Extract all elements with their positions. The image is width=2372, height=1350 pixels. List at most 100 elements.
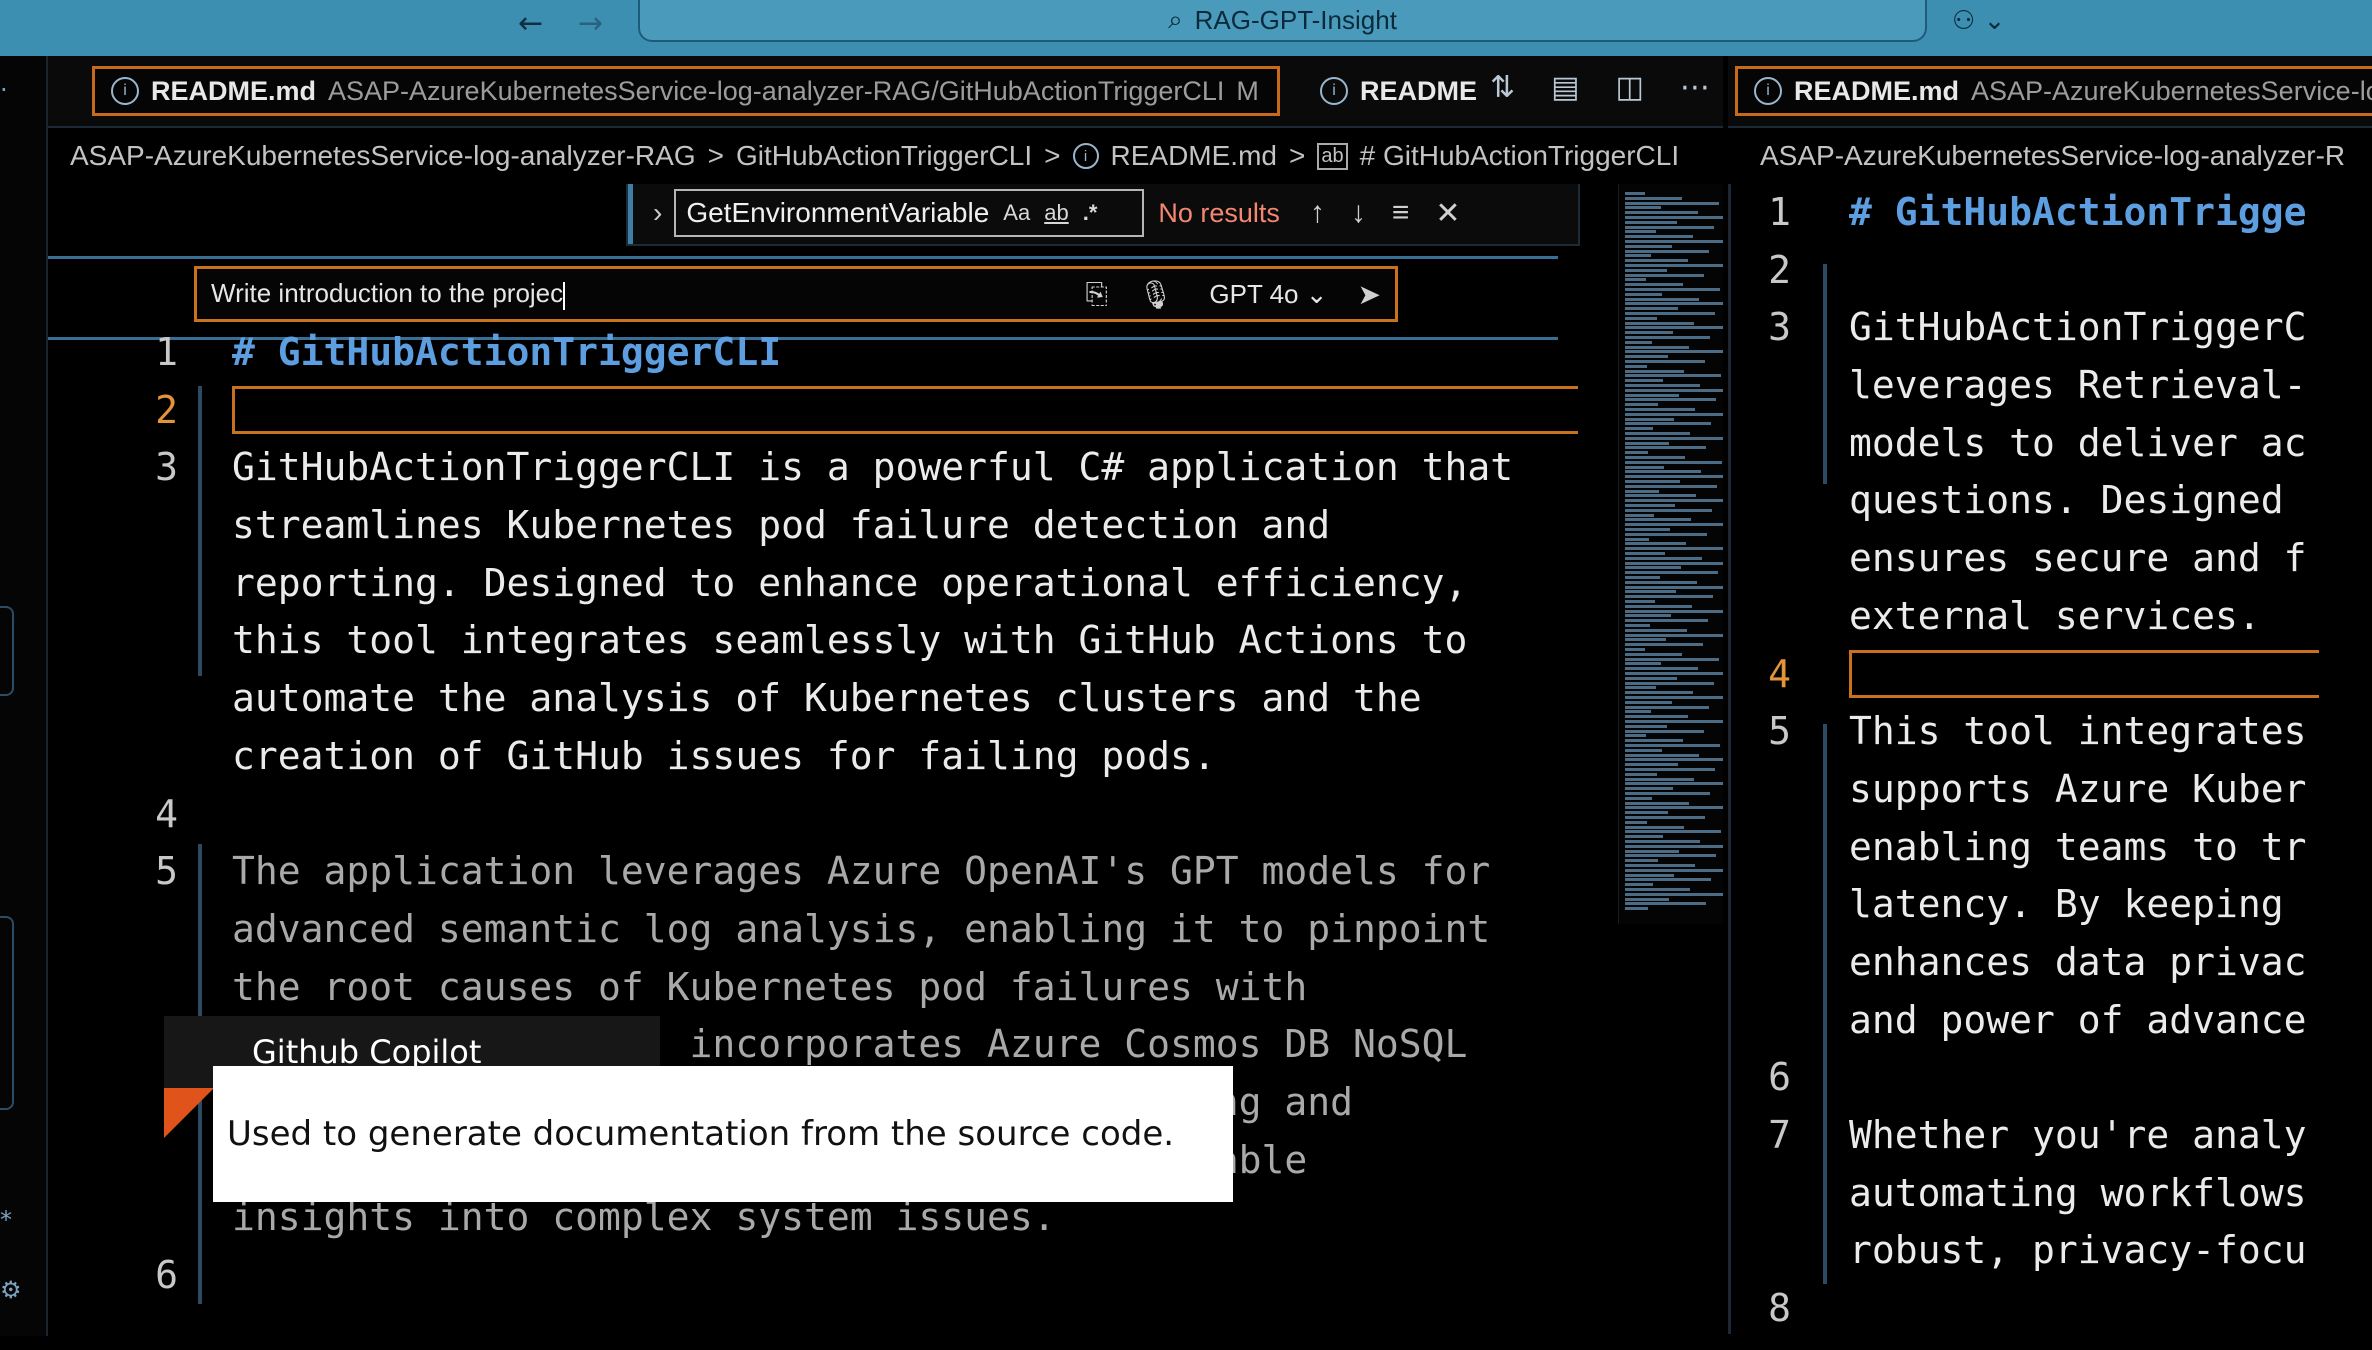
code-line[interactable]: questions. Designed [1731,472,2372,530]
code-line[interactable]: 6 [1731,1049,2372,1107]
code-line[interactable]: models to deliver ac [1731,415,2372,473]
extension-icon[interactable]: ⚙ [0,1276,22,1304]
more-actions-icon[interactable]: ⋯ [1680,70,1710,105]
match-word-icon[interactable]: ab [1044,200,1068,226]
code-line[interactable]: advanced semantic log analysis, enabling… [48,901,1578,959]
minimap-line [1625,787,1673,791]
code-line[interactable]: 4 [48,786,1578,844]
asterisk-icon[interactable]: * [0,1206,12,1234]
line-number: 5 [1768,709,1791,754]
close-icon[interactable]: ✕ [1435,196,1460,231]
tab-readme-right[interactable]: i README.md ASAP-AzureKubernetesService-… [1735,66,2372,116]
compare-changes-icon[interactable]: ⇅ [1490,70,1515,105]
breadcrumb-item[interactable]: GitHubActionTriggerCLI [736,140,1032,172]
breadcrumb-item[interactable]: ASAP-AzureKubernetesService-log-analyzer… [70,140,696,172]
code-line[interactable]: external services. [1731,588,2372,646]
code-line[interactable]: supports Azure Kuber [1731,761,2372,819]
code-line[interactable]: 7 Whether you're analy [1731,1107,2372,1165]
editor-right[interactable]: 1 # GitHubActionTrigge 2 3 GitHubActionTrigg… [1728,184,2372,1334]
model-picker[interactable]: GPT 4o ⌄ [1209,279,1327,310]
minimap-line [1625,456,1685,459]
code-line[interactable]: ensures secure and f [1731,530,2372,588]
find-in-selection-icon[interactable]: ≡ [1392,196,1410,230]
match-case-icon[interactable]: Aa [1003,200,1030,226]
split-editor-icon[interactable]: ◫ [1616,70,1644,105]
minimap-line [1625,259,1688,263]
code-line[interactable]: 3 GitHubActionTriggerC [1731,299,2372,357]
code-line[interactable]: automate the analysis of Kubernetes clus… [48,670,1578,728]
code-line[interactable]: 1 # GitHubActionTrigge [1731,184,2372,242]
code-line[interactable]: 5 The application leverages Azure OpenAI'… [48,843,1578,901]
minimap-line [1625,571,1718,575]
code-line[interactable]: leverages Retrieval- [1731,357,2372,415]
minimap[interactable] [1618,184,1723,924]
code-line[interactable]: 5 This tool integrates [1731,703,2372,761]
code-line[interactable]: streamlines Kubernetes pod failure detec… [48,497,1578,555]
breadcrumb-item[interactable]: README.md [1111,140,1277,172]
minimap-line [1625,307,1678,311]
code-line[interactable]: 3 GitHubActionTriggerCLI is a powerful C#… [48,439,1578,497]
line-number: 3 [155,445,178,490]
activity-indicator[interactable] [0,606,14,696]
code-text: the root causes of Kubernetes pod failur… [232,964,1308,1009]
minimap-line [1625,820,1647,824]
code-line[interactable]: 6 [48,1247,1578,1305]
open-preview-icon[interactable]: ▤ [1551,70,1579,105]
code-line[interactable]: automating workflows [1731,1165,2372,1223]
close-icon[interactable]: × [1279,74,1280,108]
minimap-line [1625,408,1695,411]
minimap-line [1625,739,1683,743]
back-arrow-icon[interactable]: ← [518,6,543,41]
code-text: and power of advance [1849,997,2307,1042]
code-line[interactable]: enabling teams to tr [1731,819,2372,877]
code-line[interactable]: 4 [1731,646,2372,704]
attach-icon[interactable]: ⎘ [1085,278,1107,311]
code-line[interactable]: enhances data privac [1731,934,2372,992]
minimap-line [1625,465,1664,469]
code-line[interactable]: the root causes of Kubernetes pod failur… [48,959,1578,1017]
minimap-line [1625,513,1654,517]
code-line[interactable]: this tool integrates seamlessly with Git… [48,612,1578,670]
minimap-line [1625,672,1723,675]
forward-arrow-icon[interactable]: → [578,6,603,41]
copilot-icon[interactable]: ⚇ ⌄ [1952,6,2005,36]
code-line[interactable]: creation of GitHub issues for failing po… [48,728,1578,786]
breadcrumb-item[interactable]: ASAP-AzureKubernetesService-log-analyzer… [1760,140,2345,172]
code-line[interactable]: 2 [1731,242,2372,300]
code-line[interactable]: reporting. Designed to enhance operation… [48,555,1578,613]
minimap-line [1625,864,1695,867]
code-line[interactable]: latency. By keeping [1731,876,2372,934]
code-text: Whether you're analy [1849,1113,2307,1157]
activity-indicator[interactable] [0,916,14,1110]
code-line[interactable]: 1 # GitHubActionTriggerCLI [48,324,1578,382]
find-input[interactable]: GetEnvironmentVariable Aa ab .* [674,189,1145,237]
code-line[interactable]: and power of advance [1731,992,2372,1050]
chat-prompt-field[interactable]: Write introduction to the projec [211,278,1055,310]
command-center-search[interactable]: ⌕ RAG-GPT-Insight [638,0,1927,42]
minimap-line [1625,868,1723,872]
code-line[interactable]: 2 [48,382,1578,440]
line-number: 2 [155,387,178,432]
minimap-line [1625,355,1668,359]
code-line[interactable]: 8 [1731,1280,2372,1334]
next-match-icon[interactable]: ↓ [1351,196,1366,230]
minimap-line [1625,854,1716,858]
line-number: 6 [155,1253,178,1297]
breadcrumb-item[interactable]: # GitHubActionTriggerCLI [1360,140,1680,172]
code-line[interactable]: robust, privacy-focu [1731,1222,2372,1280]
minimap-line [1625,580,1697,584]
regex-icon[interactable]: .* [1083,200,1098,226]
inline-chat-input[interactable]: Write introduction to the projec ⎘ 🎙︎ GP… [194,266,1398,322]
minimap-line [1625,883,1653,887]
minimap-line [1625,720,1723,723]
tab-readme-active[interactable]: i README.md ASAP-AzureKubernetesService-… [92,66,1280,116]
inline-insertion-box [232,385,1578,434]
minimap-line [1625,729,1704,733]
minimap-line [1625,715,1688,719]
previous-match-icon[interactable]: ↑ [1310,196,1325,230]
send-icon[interactable]: ➤ [1358,278,1381,311]
minimap-line [1625,336,1710,339]
microphone-icon[interactable]: 🎙︎ [1138,278,1174,311]
toggle-replace-icon[interactable]: › [653,197,662,229]
breadcrumb-right: ASAP-AzureKubernetesService-log-analyzer… [1760,128,2372,184]
